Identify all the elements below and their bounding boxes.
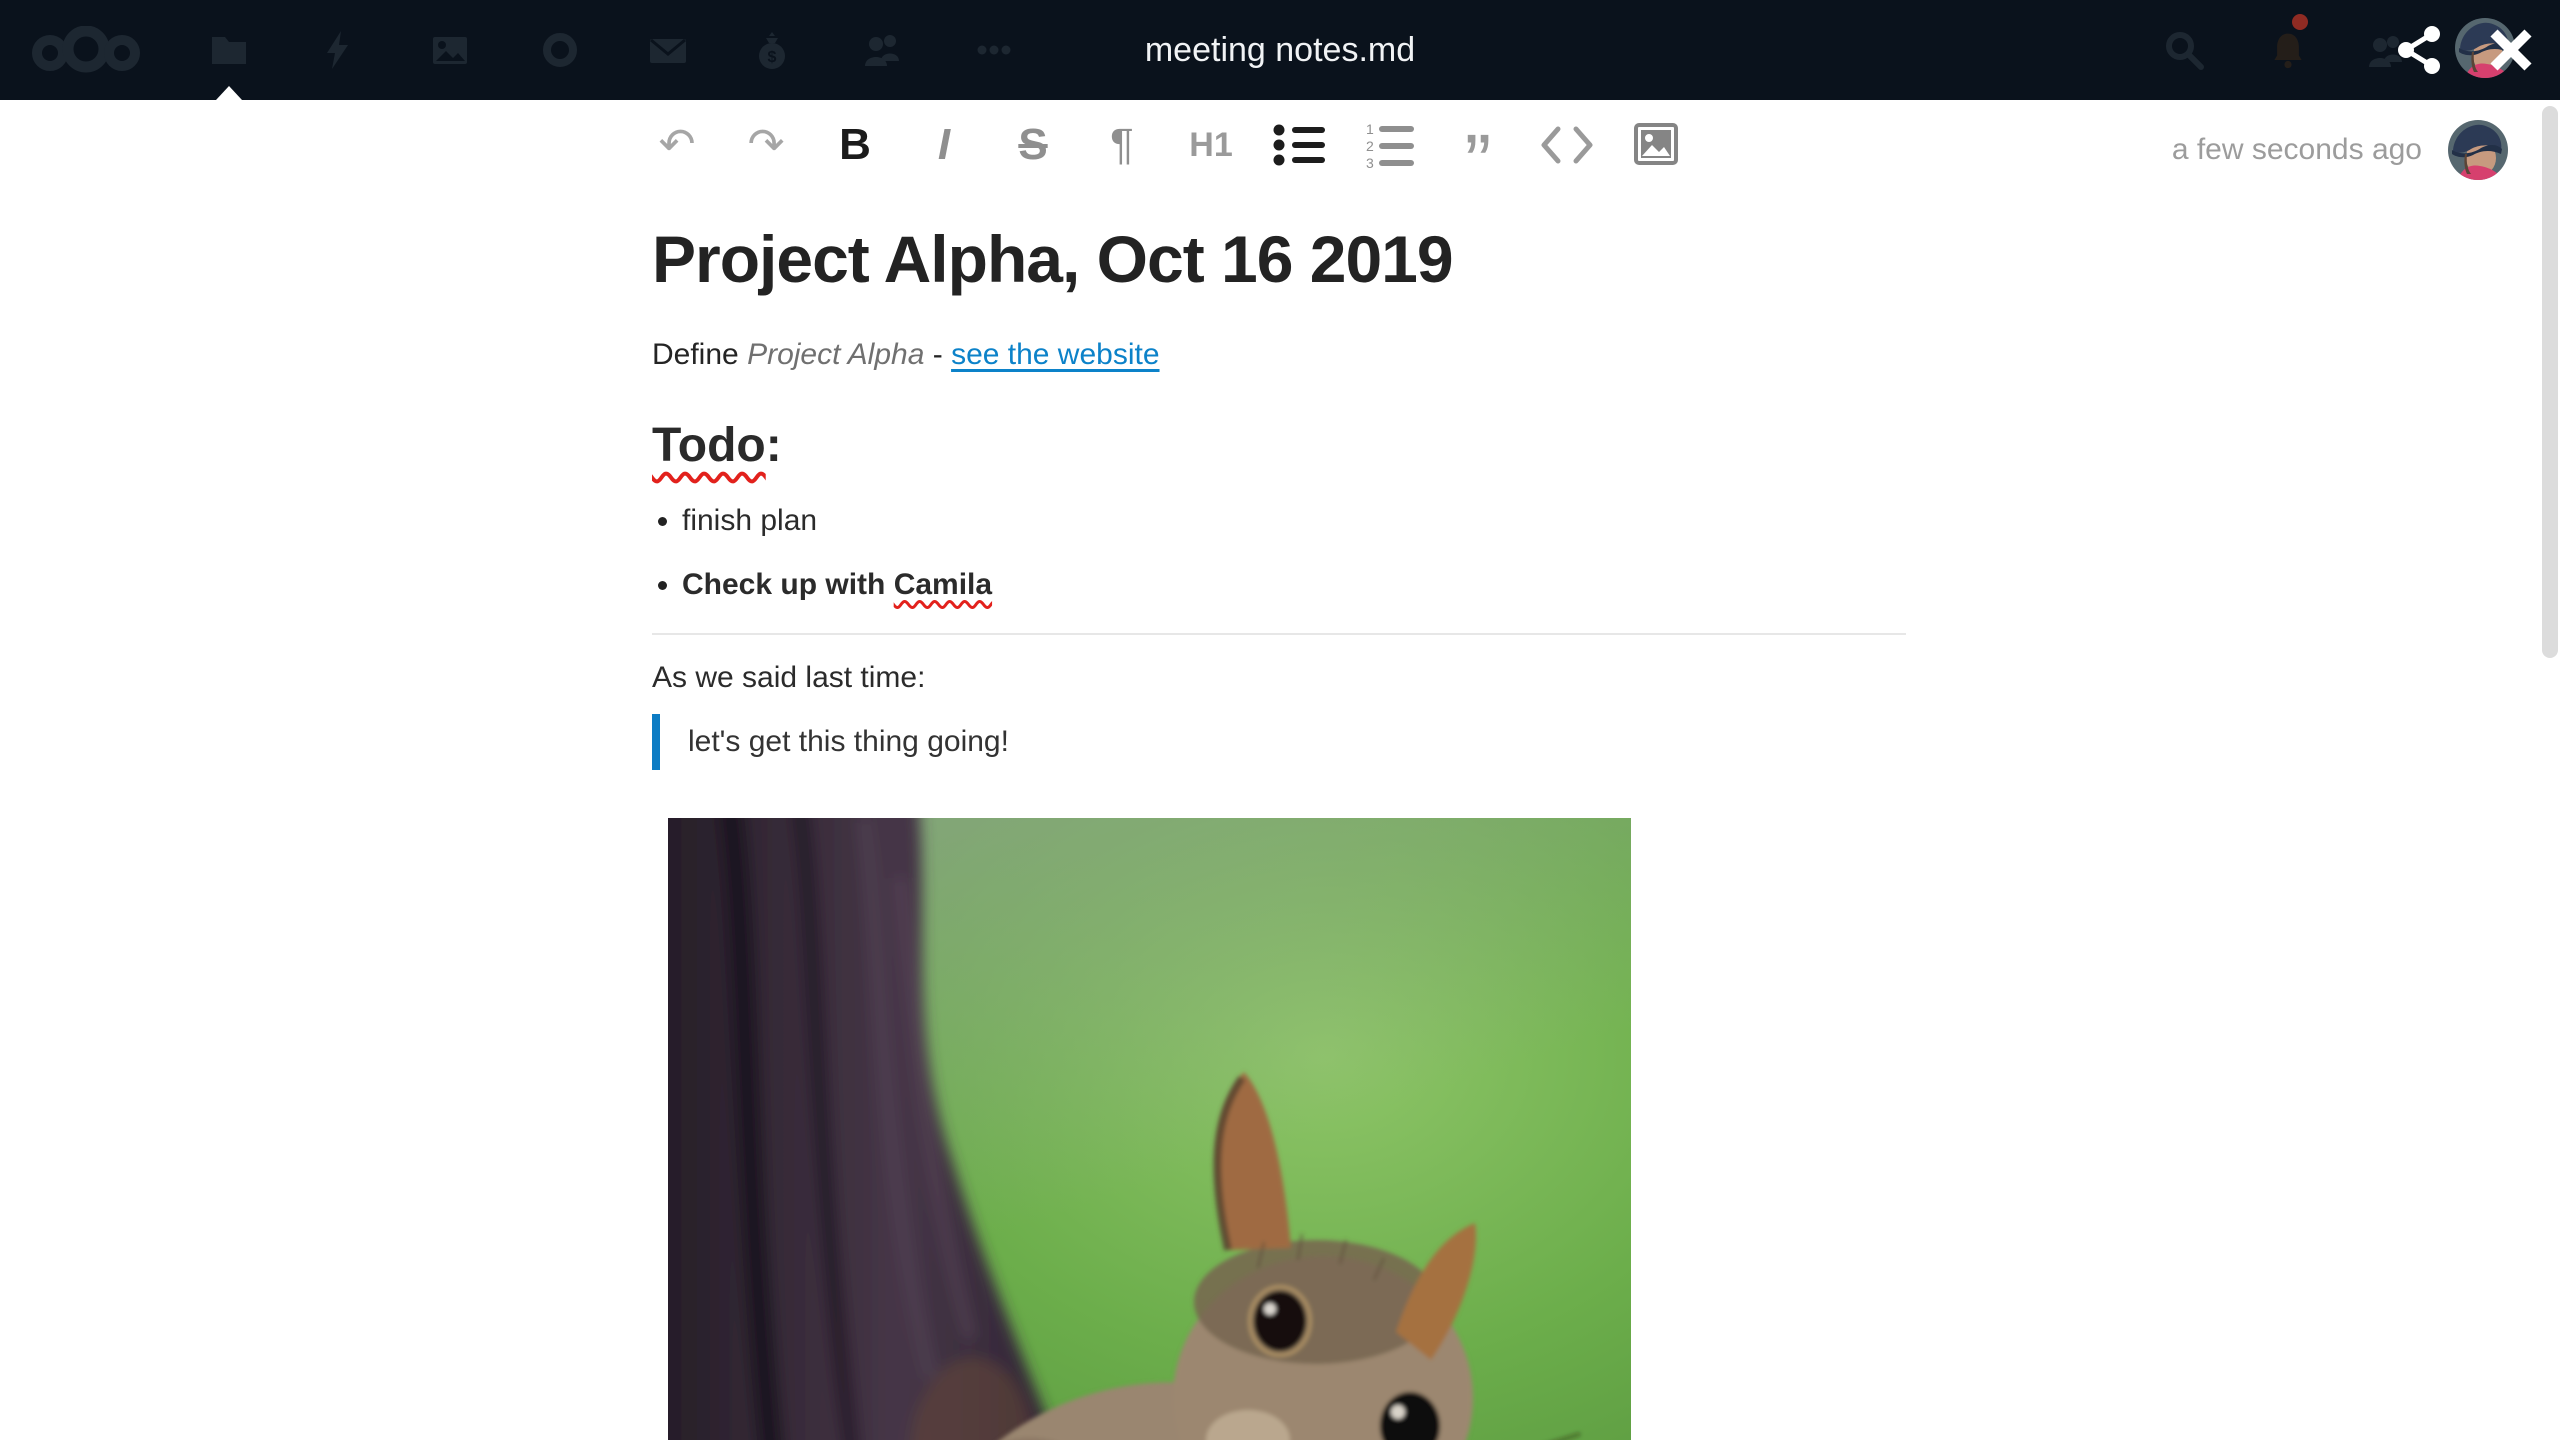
heading-1-icon: H1	[1189, 126, 1233, 164]
session-avatar	[2448, 120, 2508, 180]
svg-text:2: 2	[1366, 138, 1374, 154]
code-block-button[interactable]	[1536, 114, 1598, 176]
redo-button[interactable]: ↷	[735, 114, 797, 176]
doc-intro-paragraph[interactable]: Define Project Alpha - see the website	[652, 336, 1160, 374]
formatting-toolbar: ↶ ↷ B I S ¶ H1 1 2 3 ”	[646, 100, 1687, 203]
text-editor: ↶ ↷ B I S ¶ H1 1 2 3 ” a few seconds ago…	[0, 100, 2560, 1440]
bullet-list-icon	[1273, 124, 1325, 166]
doc-heading-1[interactable]: Project Alpha, Oct 16 2019	[652, 222, 1454, 298]
save-status: a few seconds ago	[2172, 118, 2508, 182]
doc-heading-2[interactable]: Todo:	[652, 418, 782, 473]
bullet-list-button[interactable]	[1269, 114, 1331, 176]
intro-text: Define	[652, 338, 748, 371]
blockquote-icon: ”	[1464, 118, 1492, 207]
italic-icon: I	[937, 120, 951, 169]
todo-colon: :	[765, 419, 782, 472]
misspelled-word: Camila	[893, 568, 993, 601]
blockquote-button[interactable]: ”	[1447, 114, 1509, 203]
italic-button[interactable]: I	[913, 114, 975, 176]
svg-text:1: 1	[1366, 121, 1374, 137]
viewer-overlay: $ meeting notes.md ↶ ↷ B I S ¶ H1 1 2 3 …	[0, 0, 2560, 1440]
paragraph-icon: ¶	[1110, 120, 1134, 169]
close-icon[interactable]	[2488, 27, 2534, 73]
todo-list[interactable]: finish plan Check up with Camila	[652, 503, 992, 631]
scrollbar-thumb[interactable]	[2542, 106, 2558, 658]
notification-unread-dot	[2292, 14, 2308, 30]
doc-blockquote[interactable]: let's get this thing going!	[652, 714, 1009, 770]
svg-text:3: 3	[1366, 155, 1374, 169]
bold-button[interactable]: B	[824, 114, 886, 176]
intro-separator: -	[924, 338, 952, 371]
ordered-list-button[interactable]: 1 2 3	[1358, 114, 1420, 176]
bold-icon: B	[839, 120, 871, 169]
doc-paragraph[interactable]: As we said last time:	[652, 660, 925, 696]
insert-image-button[interactable]	[1625, 114, 1687, 176]
code-block-icon	[1541, 126, 1593, 164]
last-saved-label: a few seconds ago	[2171, 133, 2422, 166]
share-icon[interactable]	[2396, 26, 2444, 74]
list-item[interactable]: Check up with Camila	[682, 567, 992, 603]
paragraph-button[interactable]: ¶	[1091, 114, 1153, 176]
undo-icon: ↶	[658, 120, 696, 169]
insert-image-icon	[1634, 123, 1678, 165]
squirrel-photo[interactable]	[668, 818, 1631, 1440]
strikethrough-icon: S	[1018, 120, 1048, 169]
todo-word: Todo	[652, 419, 766, 472]
notifications-bell-icon[interactable]	[2268, 30, 2308, 70]
strikethrough-button[interactable]: S	[1002, 114, 1064, 176]
search-icon[interactable]	[2164, 30, 2204, 70]
ordered-list-icon: 1 2 3	[1366, 121, 1414, 169]
horizontal-rule	[652, 633, 1906, 635]
intro-emphasis: Project Alpha	[747, 338, 925, 371]
top-bar: $ meeting notes.md	[0, 0, 2560, 100]
list-item[interactable]: finish plan	[682, 503, 992, 539]
redo-icon: ↷	[747, 120, 785, 169]
list-item-text: Check up with	[682, 568, 894, 601]
heading-button[interactable]: H1	[1180, 114, 1242, 176]
website-link[interactable]: see the website	[951, 338, 1159, 371]
undo-button[interactable]: ↶	[646, 114, 708, 176]
list-item-text: finish plan	[682, 504, 818, 537]
